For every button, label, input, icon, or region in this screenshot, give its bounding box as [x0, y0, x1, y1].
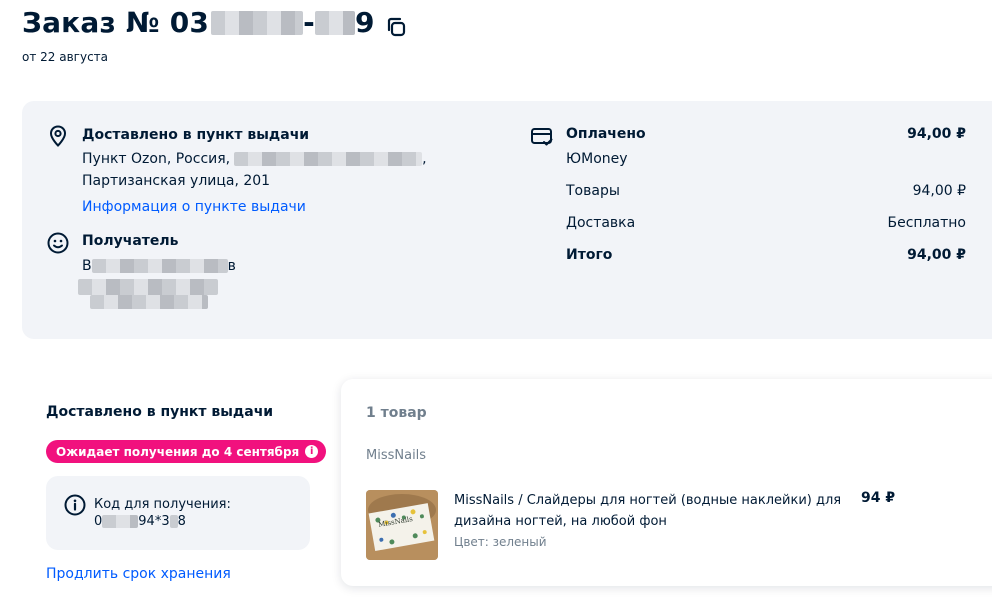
- payment-row-value: 94,00 ₽: [912, 183, 966, 199]
- smile-face-icon: [46, 231, 70, 255]
- extend-storage-link[interactable]: Продлить срок хранения: [46, 566, 231, 582]
- payment-method: ЮMoney: [566, 151, 628, 167]
- product-name-line2: дизайна ногтей, на любой фон: [454, 514, 667, 529]
- recipient-name-first: В: [82, 258, 92, 274]
- order-date: от 22 августа: [22, 50, 109, 64]
- redacted-address: [234, 152, 423, 166]
- redacted-recipient-name: [91, 259, 228, 273]
- address-prefix: Пункт Ozon, Россия,: [82, 151, 231, 167]
- payment-amount: 94,00 ₽: [907, 126, 966, 142]
- payment-row-goods: Товары 94,00 ₽: [566, 183, 966, 199]
- product-price: 94 ₽: [861, 490, 896, 506]
- address-suffix: ,: [422, 151, 427, 167]
- payment-total-row: Итого 94,00 ₽: [566, 247, 966, 263]
- redacted-recipient-phone: [78, 279, 218, 295]
- recipient-title: Получатель: [82, 233, 179, 249]
- product-thumbnail[interactable]: MissNails: [366, 490, 438, 560]
- items-count: 1 товар: [366, 405, 427, 421]
- product-color: Цвет: зеленый: [454, 535, 547, 549]
- info-icon[interactable]: i: [305, 445, 319, 458]
- redacted-code-1: [102, 515, 139, 528]
- delivery-address-line2: Партизанская улица, 201: [82, 173, 271, 189]
- delivery-title: Доставлено в пункт выдачи: [82, 127, 310, 143]
- recipient-name: В в: [82, 258, 236, 274]
- pickup-point-info-link[interactable]: Информация о пункте выдачи: [82, 199, 306, 215]
- delivery-address-line1: Пункт Ozon, Россия, ,: [82, 151, 427, 167]
- pickup-code-card: Код для получения: 0 94*3 8: [46, 476, 310, 550]
- payment-total-label: Итого: [566, 247, 613, 263]
- location-pin-icon: [46, 124, 70, 148]
- code-part-b: 94*3: [138, 514, 170, 529]
- recipient-name-last: в: [227, 258, 236, 274]
- redacted-order-number: [211, 10, 304, 35]
- credit-card-check-icon: [530, 125, 554, 149]
- redacted-order-number-2: [314, 10, 355, 35]
- redacted-code-2: [169, 515, 178, 528]
- payment-row-label: Доставка: [566, 215, 636, 231]
- product-name[interactable]: MissNails / Слайдеры для ногтей (водные …: [454, 490, 854, 532]
- payment-header-row: Оплачено 94,00 ₽: [566, 126, 966, 142]
- pickup-code-label: Код для получения:: [94, 497, 231, 512]
- order-title-prefix: Заказ № 03: [22, 6, 210, 39]
- payment-total-value: 94,00 ₽: [907, 247, 966, 263]
- order-title: Заказ № 03 - 9: [22, 6, 407, 39]
- redacted-recipient-phone-2: [90, 295, 208, 309]
- seller-name[interactable]: MissNails: [366, 448, 426, 463]
- order-title-suffix: 9: [354, 6, 375, 39]
- payment-row-label: Товары: [566, 183, 620, 199]
- payment-title: Оплачено: [566, 126, 646, 142]
- product-card: 1 товар MissNails MissNails MissNails / …: [341, 379, 992, 586]
- copy-icon[interactable]: [385, 12, 407, 36]
- payment-row-value: Бесплатно: [887, 215, 966, 231]
- product-name-line1: MissNails / Слайдеры для ногтей (водные …: [454, 493, 842, 508]
- info-circle-icon: [64, 494, 86, 516]
- shipment-status-title: Доставлено в пункт выдачи: [46, 404, 274, 420]
- code-part-c: 8: [177, 514, 186, 529]
- badge-text: Ожидает получения до 4 сентября: [56, 444, 300, 459]
- awaiting-pickup-badge[interactable]: Ожидает получения до 4 сентября i: [46, 440, 327, 463]
- pickup-code-value: 0 94*3 8: [94, 514, 186, 529]
- code-part-a: 0: [94, 514, 103, 529]
- payment-row-delivery: Доставка Бесплатно: [566, 215, 966, 231]
- order-title-mid: -: [303, 6, 315, 39]
